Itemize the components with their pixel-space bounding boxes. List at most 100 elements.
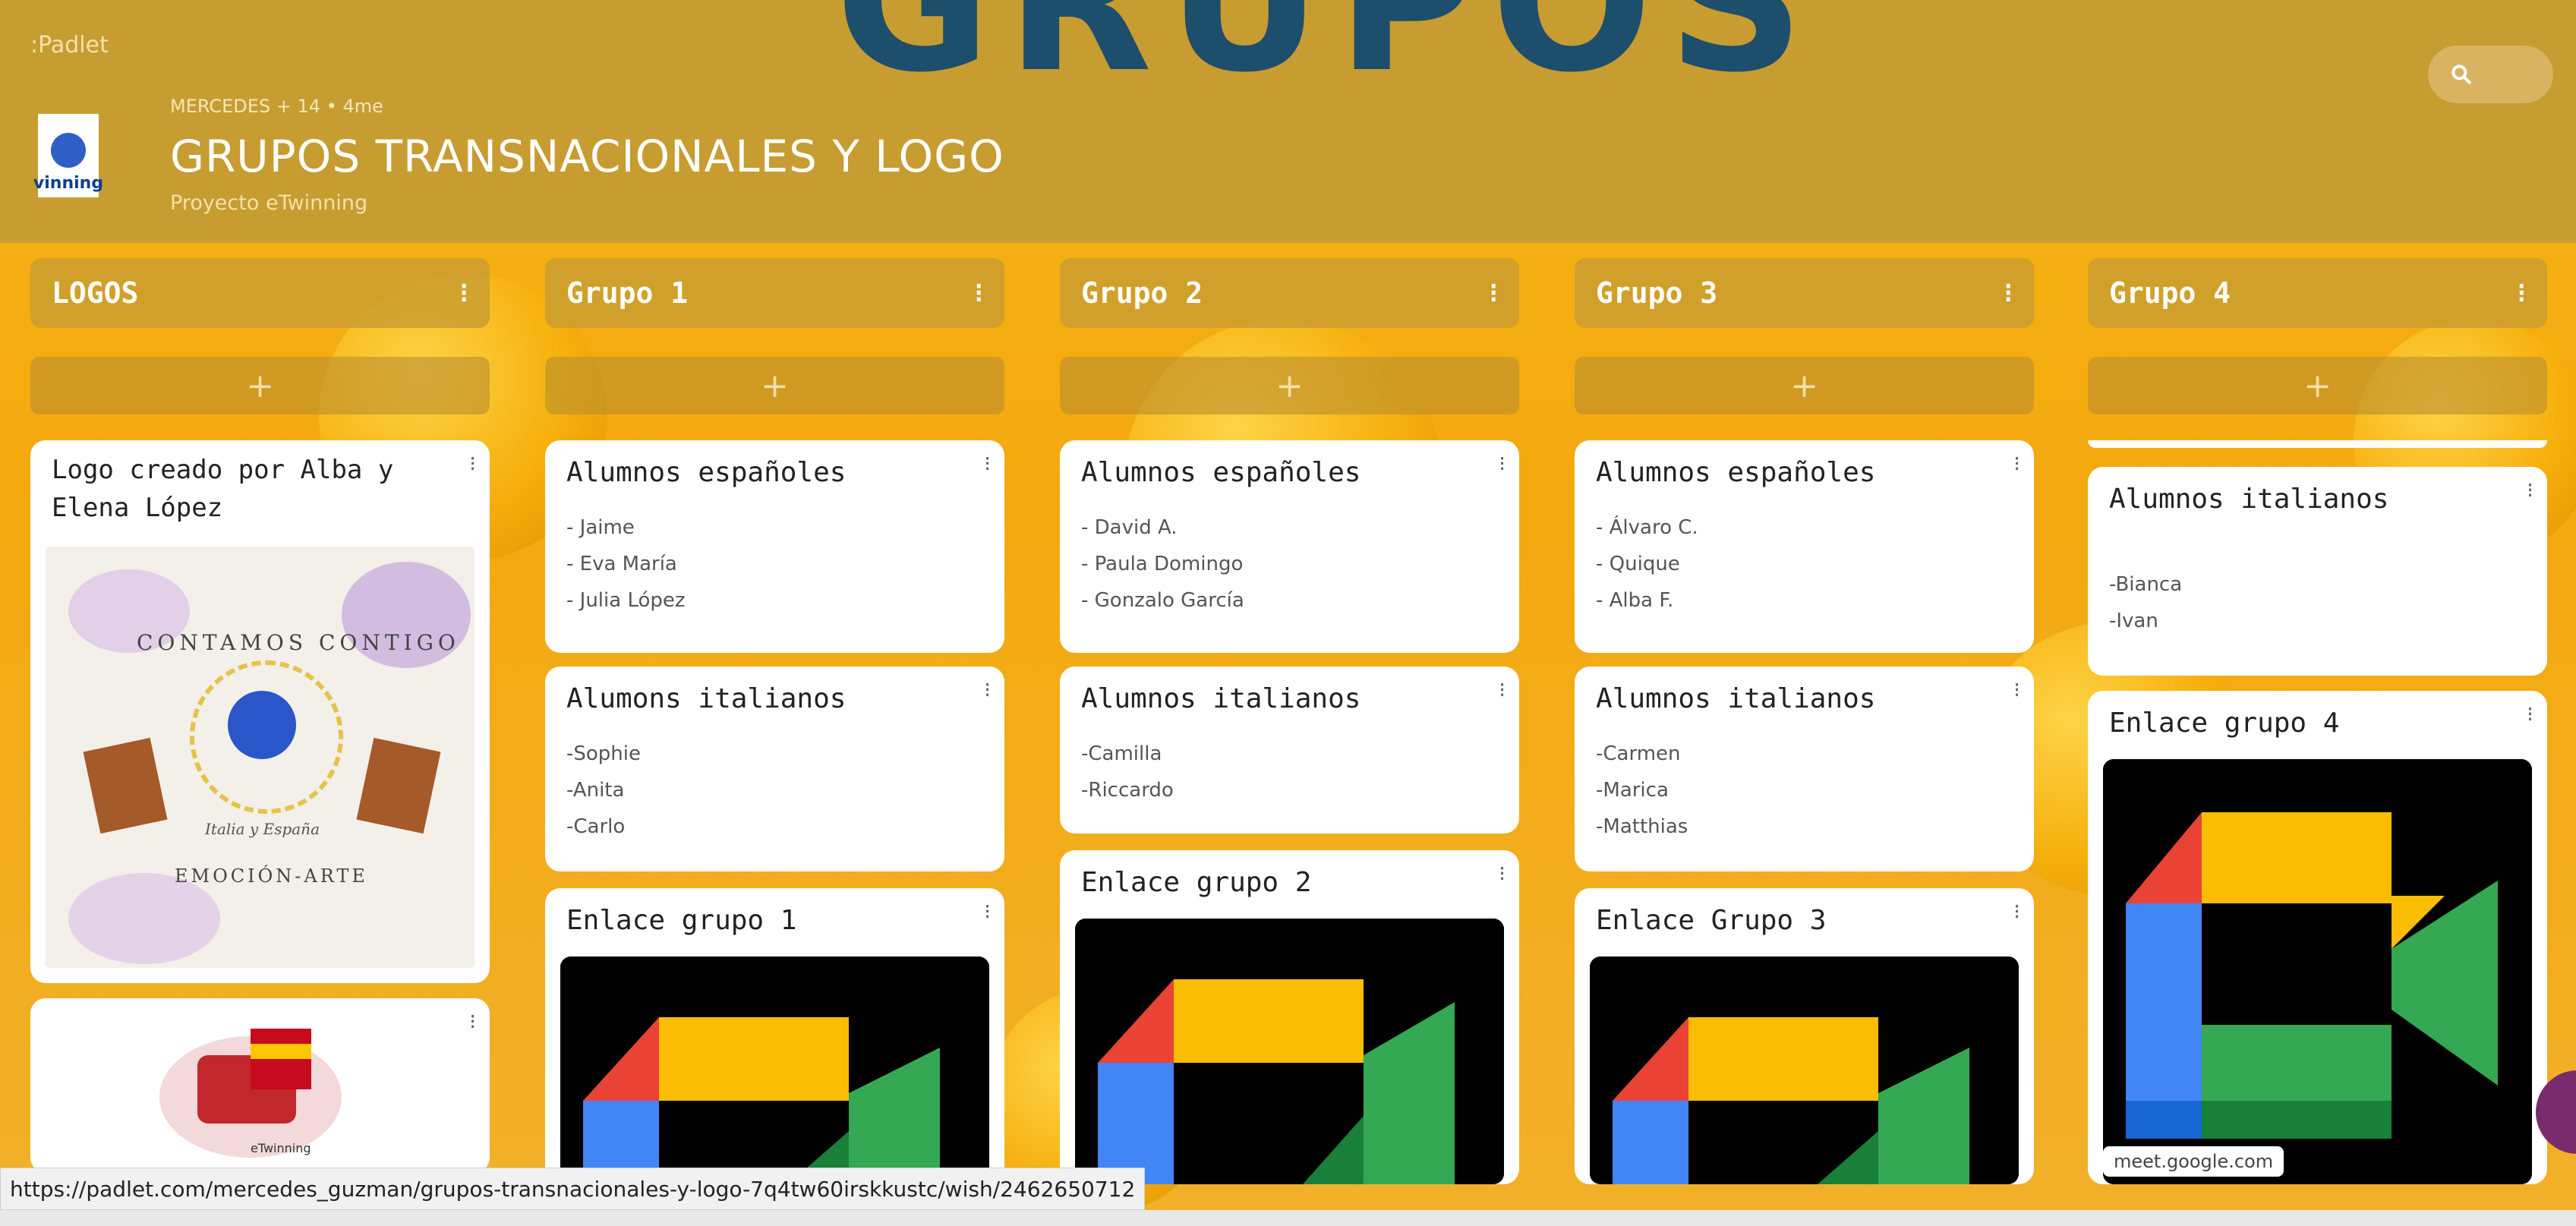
logo-top-text: CONTAMOS CONTIGO: [137, 630, 460, 655]
etwinning-badge: eTwinning: [251, 1141, 311, 1155]
student-name: -Ivan: [2109, 610, 2158, 632]
kebab-icon[interactable]: ⁝: [975, 278, 983, 309]
student-name: - Álvaro C.: [1596, 516, 1698, 539]
column-title: Grupo 3: [1596, 276, 1718, 310]
post-card-alumnos-italianos[interactable]: Alumnos italianos ⁝ -Bianca -Ivan: [2088, 467, 2547, 676]
student-name: -Sophie: [566, 742, 641, 765]
column-header: Grupo 3 ⁝: [1575, 258, 2034, 328]
student-name: -Carmen: [1596, 742, 1681, 765]
kebab-icon[interactable]: ⁝: [1499, 677, 1506, 702]
logo-bottom-text: EMOCIÓN-ARTE: [175, 865, 368, 887]
post-card-enlace-grupo-3[interactable]: Enlace Grupo 3 ⁝: [1575, 888, 2034, 1184]
google-meet-icon[interactable]: [1590, 957, 2019, 1184]
kebab-icon[interactable]: ⁝: [469, 1009, 476, 1034]
board-meta: MERCEDES + 14 • 4me: [170, 96, 383, 117]
card-title: Alumnos italianos: [1081, 683, 1361, 714]
column-grupo-2: Grupo 2 ⁝ +: [1060, 258, 1519, 414]
add-post-button[interactable]: +: [545, 357, 1004, 414]
student-list: -Carmen -Marica -Matthias: [1596, 736, 2013, 845]
kebab-icon[interactable]: ⁝: [2013, 677, 2020, 702]
page-title-fragment: GRUPOS: [835, 0, 1820, 114]
google-meet-icon[interactable]: [2103, 759, 2532, 1184]
kebab-icon[interactable]: ⁝: [469, 451, 476, 476]
card-title: Enlace grupo 1: [566, 905, 797, 936]
google-meet-icon[interactable]: [560, 957, 989, 1184]
add-post-button[interactable]: +: [2088, 357, 2547, 414]
search-icon: [2451, 65, 2472, 85]
student-list: -Bianca -Ivan: [2109, 566, 2526, 639]
card-title: Enlace grupo 4: [2109, 708, 2340, 739]
kebab-icon[interactable]: ⁝: [984, 899, 991, 924]
student-name: - Julia López: [566, 589, 686, 612]
post-card-logo[interactable]: Logo creado por Alba y Elena López ⁝ CON…: [30, 440, 490, 983]
link-caption[interactable]: meet.google.com: [2103, 1146, 2284, 1177]
board-subtitle: Proyecto eTwinning: [170, 191, 368, 215]
column-header: Grupo 2 ⁝: [1060, 258, 1519, 328]
add-post-button[interactable]: +: [1575, 357, 2034, 414]
student-list: - David A. - Paula Domingo - Gonzalo Gar…: [1081, 509, 1498, 619]
student-name: - Alba F.: [1596, 589, 1674, 612]
student-list: -Sophie -Anita -Carlo: [566, 736, 983, 845]
padlet-brand[interactable]: :Padlet: [30, 32, 109, 58]
column-header: LOGOS ⁝: [30, 258, 490, 328]
student-name: - Paula Domingo: [1081, 553, 1244, 575]
column-header: Grupo 4 ⁝: [2088, 258, 2547, 328]
post-card-alumnos-italianos[interactable]: Alumnos italianos ⁝ -Camilla -Riccardo: [1060, 667, 1519, 834]
kebab-icon[interactable]: ⁝: [2004, 278, 2013, 309]
kebab-icon[interactable]: ⁝: [984, 451, 991, 476]
column-grupo-3: Grupo 3 ⁝ +: [1575, 258, 2034, 414]
column-grupo-4: Grupo 4 ⁝ +: [2088, 258, 2547, 414]
student-name: -Camilla: [1081, 742, 1162, 765]
card-title: Alumons italianos: [566, 683, 847, 714]
card-title: Alumnos españoles: [1081, 457, 1361, 488]
card-title: Enlace Grupo 3: [1596, 905, 1827, 936]
student-name: - Eva María: [566, 553, 677, 575]
google-meet-icon[interactable]: [1075, 919, 1504, 1184]
post-card-alumnos-espanoles[interactable]: Alumnos españoles ⁝ - David A. - Paula D…: [1060, 440, 1519, 653]
student-name: -Matthias: [1596, 815, 1688, 838]
add-post-button[interactable]: +: [30, 357, 490, 414]
student-name: -Anita: [566, 779, 625, 802]
kebab-icon[interactable]: ⁝: [2527, 477, 2533, 503]
logo-text: vinning: [33, 174, 104, 193]
student-name: - Quique: [1596, 553, 1680, 575]
post-card-top-edge: [2088, 440, 2547, 448]
post-card-alumnos-espanoles[interactable]: Alumnos españoles ⁝ - Jaime - Eva María …: [545, 440, 1004, 653]
logo-image: CONTAMOS CONTIGO Italia y España EMOCIÓN…: [46, 547, 475, 968]
kebab-icon[interactable]: ⁝: [1499, 861, 1506, 886]
column-title: Grupo 1: [566, 276, 689, 310]
student-name: - Jaime: [566, 516, 635, 539]
column-title: Grupo 2: [1081, 276, 1203, 310]
student-name: -Riccardo: [1081, 779, 1174, 802]
post-card-alumnos-italianos[interactable]: Alumons italianos ⁝ -Sophie -Anita -Carl…: [545, 667, 1004, 871]
student-list: - Álvaro C. - Quique - Alba F.: [1596, 509, 2013, 619]
post-card-enlace-grupo-4[interactable]: Enlace grupo 4 ⁝ meet.google.com: [2088, 691, 2547, 1184]
post-card-logo-2[interactable]: ⁝ eTwinning: [30, 998, 490, 1173]
kebab-icon[interactable]: ⁝: [2013, 451, 2020, 476]
student-name: -Bianca: [2109, 573, 2183, 596]
kebab-icon[interactable]: ⁝: [984, 677, 991, 702]
etwinning-figure-icon: [51, 133, 86, 168]
status-bar-url: https://padlet.com/mercedes_guzman/grupo…: [0, 1168, 1146, 1210]
post-card-alumnos-italianos[interactable]: Alumnos italianos ⁝ -Carmen -Marica -Mat…: [1575, 667, 2034, 871]
kebab-icon[interactable]: ⁝: [1499, 451, 1506, 476]
card-title: Alumnos italianos: [1596, 683, 1876, 714]
column-title: LOGOS: [52, 276, 139, 310]
student-name: - David A.: [1081, 516, 1178, 539]
add-post-button[interactable]: +: [1060, 357, 1519, 414]
post-card-enlace-grupo-2[interactable]: Enlace grupo 2 ⁝: [1060, 850, 1519, 1184]
kebab-icon[interactable]: ⁝: [2013, 899, 2020, 924]
kebab-icon[interactable]: ⁝: [2527, 701, 2533, 726]
kebab-icon[interactable]: ⁝: [460, 278, 468, 309]
kebab-icon[interactable]: ⁝: [2518, 278, 2526, 309]
kebab-icon[interactable]: ⁝: [1490, 278, 1498, 309]
post-card-enlace-grupo-1[interactable]: Enlace grupo 1 ⁝: [545, 888, 1004, 1184]
card-title: Alumnos italianos: [2109, 484, 2389, 515]
student-name: - Gonzalo García: [1081, 589, 1244, 612]
card-title: Alumnos españoles: [1596, 457, 1876, 488]
column-logos: LOGOS ⁝ +: [30, 258, 490, 414]
taskbar: [0, 1210, 2576, 1226]
search-button[interactable]: [2428, 46, 2553, 103]
student-name: -Carlo: [566, 815, 626, 838]
post-card-alumnos-espanoles[interactable]: Alumnos españoles ⁝ - Álvaro C. - Quique…: [1575, 440, 2034, 653]
